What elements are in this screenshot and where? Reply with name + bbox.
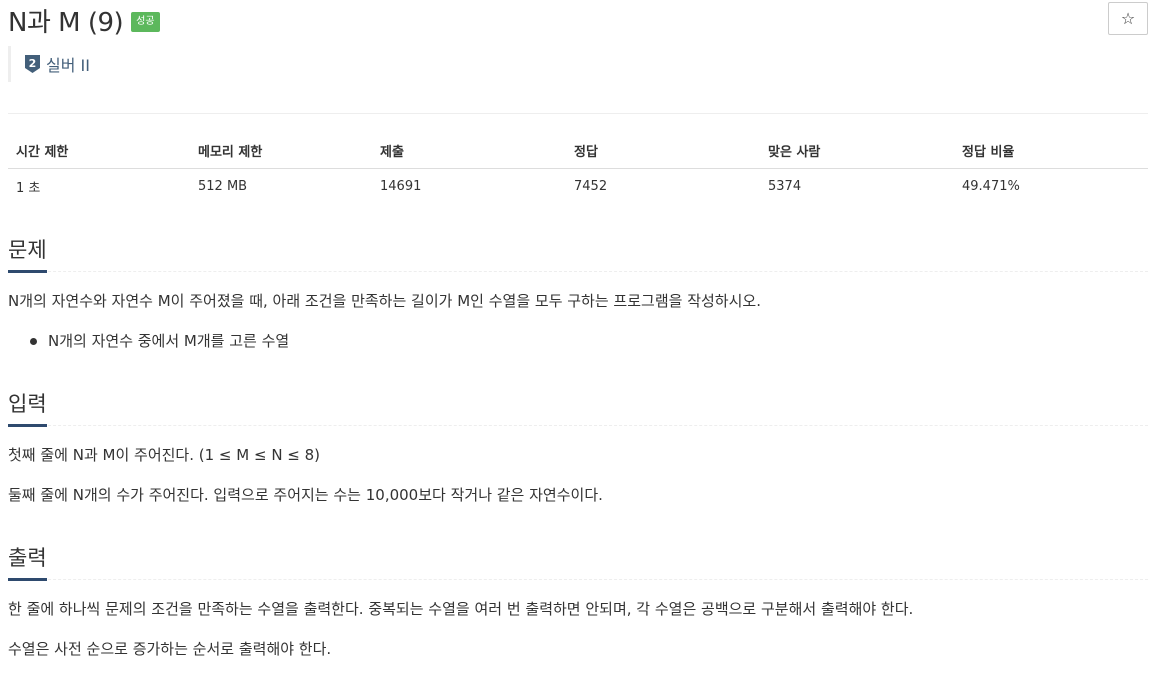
problem-description: N개의 자연수와 자연수 M이 주어졌을 때, 아래 조건을 만족하는 길이가 … [8, 290, 1148, 352]
star-icon: ☆ [1120, 9, 1136, 28]
solved-users-value[interactable]: 5374 [760, 168, 954, 204]
list-item: N개의 자연수 중에서 M개를 고른 수열 [30, 330, 1148, 352]
section-input: 입력 첫째 줄에 N과 M이 주어진다. (1 ≤ M ≤ N ≤ 8) 둘째 … [8, 386, 1148, 506]
problem-header: N과 M (9) 성공 [8, 2, 160, 38]
description-paragraph: N개의 자연수와 자연수 M이 주어졌을 때, 아래 조건을 만족하는 길이가 … [8, 292, 761, 310]
section-header: 문제 [8, 232, 1148, 273]
output-paragraph: 수열은 사전 순으로 증가하는 순서로 출력해야 한다. [8, 640, 332, 658]
header-accept-ratio: 정답 비율 [954, 133, 1148, 169]
section-problem: 문제 N개의 자연수와 자연수 M이 주어졌을 때, 아래 조건을 만족하는 길… [8, 232, 1148, 352]
tier-link[interactable]: 실버 II [46, 52, 90, 76]
tier-block: 2 실버 II [8, 46, 90, 82]
header-solved-users: 맞은 사람 [760, 133, 954, 169]
header-submissions: 제출 [372, 133, 566, 169]
section-title-input: 입력 [8, 386, 47, 427]
output-description: 한 줄에 하나씩 문제의 조건을 만족하는 수열을 출력한다. 중복되는 수열을… [8, 598, 1148, 660]
input-paragraph: 첫째 줄에 N과 M이 주어진다. (1 ≤ M ≤ N ≤ 8) [8, 446, 321, 464]
status-badge: 성공 [131, 12, 160, 32]
output-paragraph: 한 줄에 하나씩 문제의 조건을 만족하는 수열을 출력한다. 중복되는 수열을… [8, 600, 914, 618]
silver-tier-icon: 2 [25, 55, 40, 73]
header-accepted: 정답 [566, 133, 760, 169]
section-output: 출력 한 줄에 하나씩 문제의 조건을 만족하는 수열을 출력한다. 중복되는 … [8, 540, 1148, 660]
table-row: 1 초 512 MB 14691 7452 5374 49.471% [8, 168, 1148, 204]
header-time-limit: 시간 제한 [8, 133, 190, 169]
section-title-problem: 문제 [8, 232, 47, 273]
input-description: 첫째 줄에 N과 M이 주어진다. (1 ≤ M ≤ N ≤ 8) 둘째 줄에 … [8, 444, 1148, 506]
submissions-value[interactable]: 14691 [372, 168, 566, 204]
problem-info-table: 시간 제한 메모리 제한 제출 정답 맞은 사람 정답 비율 1 초 512 M… [8, 133, 1148, 204]
divider [8, 113, 1148, 114]
problem-title: N과 M (9) [8, 7, 124, 38]
accept-ratio-value: 49.471% [962, 178, 1020, 194]
accepted-value[interactable]: 7452 [566, 168, 760, 204]
condition-list: N개의 자연수 중에서 M개를 고른 수열 [8, 330, 1148, 352]
favorite-star-button[interactable]: ☆ [1108, 2, 1148, 35]
table-header-row: 시간 제한 메모리 제한 제출 정답 맞은 사람 정답 비율 [8, 133, 1148, 169]
section-title-output: 출력 [8, 540, 47, 581]
section-header: 입력 [8, 386, 1148, 427]
section-header: 출력 [8, 540, 1148, 581]
time-limit-value: 1 초 [16, 180, 41, 196]
memory-limit-value: 512 MB [198, 178, 248, 194]
input-paragraph: 둘째 줄에 N개의 수가 주어진다. 입력으로 주어지는 수는 10,000보다… [8, 486, 603, 504]
svg-text:2: 2 [29, 57, 37, 70]
header-memory-limit: 메모리 제한 [190, 133, 372, 169]
